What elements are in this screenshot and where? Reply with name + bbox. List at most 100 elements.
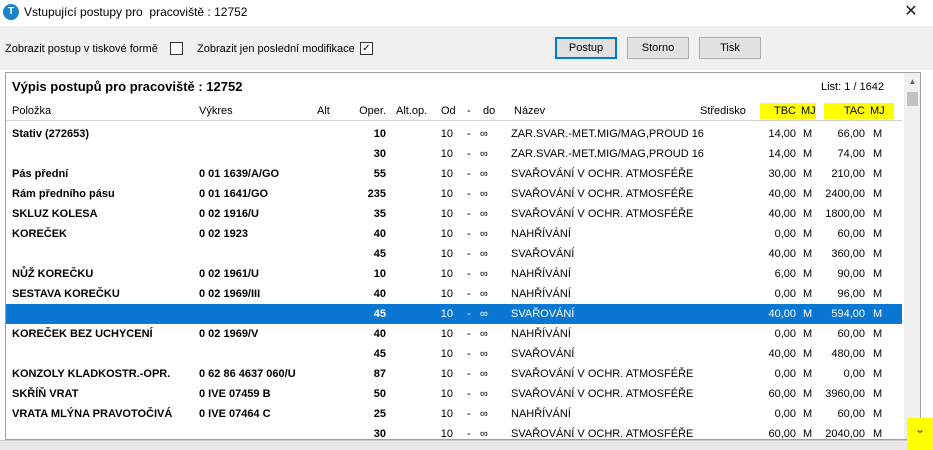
scroll-up-arrow-icon[interactable]: ▲ xyxy=(904,75,920,89)
table-row[interactable]: 30 10 - ∞ ZAR.SVAR.-MET.MIG/MAG,PROUD 16 14,0… xyxy=(6,144,902,164)
cell-do: ∞ xyxy=(480,208,488,220)
cell-od: 10 xyxy=(440,408,453,420)
table-header: Položka Výkres Alt Oper. Alt.op. Od - do… xyxy=(6,101,902,121)
cell-oper: 30 xyxy=(373,428,386,440)
table-row[interactable]: SKŘÍŇ VRAT 0 IVE 07459 B 50 10 - ∞ SVAŘOVÁNÍ V… xyxy=(6,384,902,404)
cell-dash: - xyxy=(467,328,471,340)
cell-tbc: 40,00 xyxy=(768,248,796,260)
cell-tac: 60,00 xyxy=(837,408,865,420)
cell-tbc: 6,00 xyxy=(774,268,796,280)
cell-mj2: M xyxy=(873,128,883,140)
cell-od: 10 xyxy=(440,228,453,240)
cell-mj1: M xyxy=(803,248,813,260)
col-alt: Alt xyxy=(317,105,330,117)
cell-oper: 45 xyxy=(373,348,386,360)
report-panel[interactable]: Výpis postupů pro pracoviště : 12752 Lis… xyxy=(5,72,921,440)
cell-tbc: 0,00 xyxy=(774,288,796,300)
cell-od: 10 xyxy=(440,248,453,260)
cell-oper: 25 xyxy=(373,408,386,420)
storno-button[interactable]: Storno xyxy=(627,37,689,59)
cell-oper: 30 xyxy=(373,148,386,160)
col-polozka: Položka xyxy=(12,105,52,117)
last-modifications-checkbox[interactable]: ✓ xyxy=(360,42,373,55)
cell-vykres: 0 IVE 07464 C xyxy=(199,408,271,420)
cell-dash: - xyxy=(467,368,471,380)
cell-tbc: 0,00 xyxy=(774,368,796,380)
cell-od: 10 xyxy=(440,168,453,180)
cell-tac: 210,00 xyxy=(831,168,865,180)
tisk-button[interactable]: Tisk xyxy=(699,37,761,59)
table-row[interactable]: KOREČEK BEZ UCHYCENÍ 0 02 1969/V 40 10 - ∞ NAH… xyxy=(6,324,902,344)
cell-tac: 3960,00 xyxy=(825,388,865,400)
table-row[interactable]: SKLUZ KOLESA 0 02 1916/U 35 10 - ∞ SVAŘOVÁNÍ V… xyxy=(6,204,902,224)
table-row[interactable]: 45 10 - ∞ SVAŘOVÁNÍ 40,00 M 594,00 M xyxy=(6,304,902,324)
table-row[interactable]: KONZOLY KLADKOSTR.-OPR. 0 62 86 4637 060/… xyxy=(6,364,902,384)
col-altop: Alt.op. xyxy=(396,105,428,117)
cell-polozka: NŮŽ KOREČKU xyxy=(12,268,94,280)
cell-mj2: M xyxy=(873,348,883,360)
cell-dash: - xyxy=(467,148,471,160)
cell-nazev: SVAŘOVÁNÍ V OCHR. ATMOSFÉŘE xyxy=(511,188,694,200)
table-row[interactable]: 30 10 - ∞ SVAŘOVÁNÍ V OCHR. ATMOSFÉŘE 60,00 M 2… xyxy=(6,424,902,440)
table-row[interactable]: Rám předního pásu 0 01 1641/GO 235 10 - ∞ SVAŘ… xyxy=(6,184,902,204)
cell-dash: - xyxy=(467,408,471,420)
col-dash: - xyxy=(467,105,471,117)
cell-do: ∞ xyxy=(480,428,488,440)
cell-oper: 35 xyxy=(373,208,386,220)
cell-od: 10 xyxy=(440,328,453,340)
cell-tac: 480,00 xyxy=(831,348,865,360)
vertical-scrollbar[interactable]: ▲ xyxy=(904,73,920,439)
cell-tac: 594,00 xyxy=(831,308,865,320)
cell-oper: 40 xyxy=(373,288,386,300)
table-row[interactable]: NŮŽ KOREČKU 0 02 1961/U 10 10 - ∞ NAHŘÍVÁNÍ 6,0… xyxy=(6,264,902,284)
cell-polozka: SESTAVA KOREČKU xyxy=(12,288,120,300)
cell-od: 10 xyxy=(440,388,453,400)
table-row[interactable]: 45 10 - ∞ SVAŘOVÁNÍ 40,00 M 360,00 M xyxy=(6,244,902,264)
cell-tac: 0,00 xyxy=(843,368,865,380)
cell-vykres: 0 IVE 07459 B xyxy=(199,388,271,400)
cell-do: ∞ xyxy=(480,248,488,260)
cell-do: ∞ xyxy=(480,148,488,160)
cell-do: ∞ xyxy=(480,288,488,300)
cell-mj2: M xyxy=(873,148,883,160)
cell-dash: - xyxy=(467,388,471,400)
close-button[interactable]: ✕ xyxy=(898,0,924,24)
resize-grip-icon[interactable]: ⌄ xyxy=(907,418,933,450)
cell-mj2: M xyxy=(873,228,883,240)
postup-button[interactable]: Postup xyxy=(555,37,617,59)
col-nazev: Název xyxy=(514,105,546,117)
cell-tbc: 30,00 xyxy=(768,168,796,180)
cell-mj2: M xyxy=(873,388,883,400)
cell-nazev: ZAR.SVAR.-MET.MIG/MAG,PROUD 16 xyxy=(511,128,704,140)
cell-tbc: 60,00 xyxy=(768,388,796,400)
window-title: Vstupující postupy pro pracoviště : 1275… xyxy=(24,5,248,19)
cell-mj2: M xyxy=(873,288,883,300)
cell-polozka: KOREČEK xyxy=(12,228,68,240)
cell-vykres: 0 02 1969/V xyxy=(199,328,259,340)
print-form-checkbox[interactable] xyxy=(170,42,183,55)
cell-tbc: 0,00 xyxy=(774,408,796,420)
cell-mj1: M xyxy=(803,208,813,220)
cell-vykres: 0 62 86 4637 060/U xyxy=(199,368,296,380)
table-row[interactable]: VRATA MLÝNA PRAVOTOČIVÁ 0 IVE 07464 C 25 10… xyxy=(6,404,902,424)
cell-do: ∞ xyxy=(480,408,488,420)
table-row[interactable]: 45 10 - ∞ SVAŘOVÁNÍ 40,00 M 480,00 M xyxy=(6,344,902,364)
cell-do: ∞ xyxy=(480,268,488,280)
cell-polozka: VRATA MLÝNA PRAVOTOČIVÁ xyxy=(12,408,173,420)
cell-od: 10 xyxy=(440,148,453,160)
table-row[interactable]: SESTAVA KOREČKU 0 02 1969/III 40 10 - ∞ NAHŘÍV… xyxy=(6,284,902,304)
cell-oper: 50 xyxy=(373,388,386,400)
cell-nazev: NAHŘÍVÁNÍ xyxy=(511,288,571,300)
cell-tac: 360,00 xyxy=(831,248,865,260)
cell-nazev: SVAŘOVÁNÍ xyxy=(511,348,575,360)
cell-od: 10 xyxy=(440,128,453,140)
table-row[interactable]: Stativ (272653) 10 10 - ∞ ZAR.SVAR.-MET.MIG/M… xyxy=(6,124,902,144)
cell-mj2: M xyxy=(873,428,883,440)
table-row[interactable]: Pás přední 0 01 1639/A/GO 55 10 - ∞ SVAŘOVÁNÍ … xyxy=(6,164,902,184)
cell-mj1: M xyxy=(803,428,813,440)
cell-tbc: 40,00 xyxy=(768,348,796,360)
cell-nazev: NAHŘÍVÁNÍ xyxy=(511,408,571,420)
scroll-thumb[interactable] xyxy=(907,92,918,106)
cell-od: 10 xyxy=(440,428,453,440)
table-row[interactable]: KOREČEK 0 02 1923 40 10 - ∞ NAHŘÍVÁNÍ 0,00 M 60,0… xyxy=(6,224,902,244)
